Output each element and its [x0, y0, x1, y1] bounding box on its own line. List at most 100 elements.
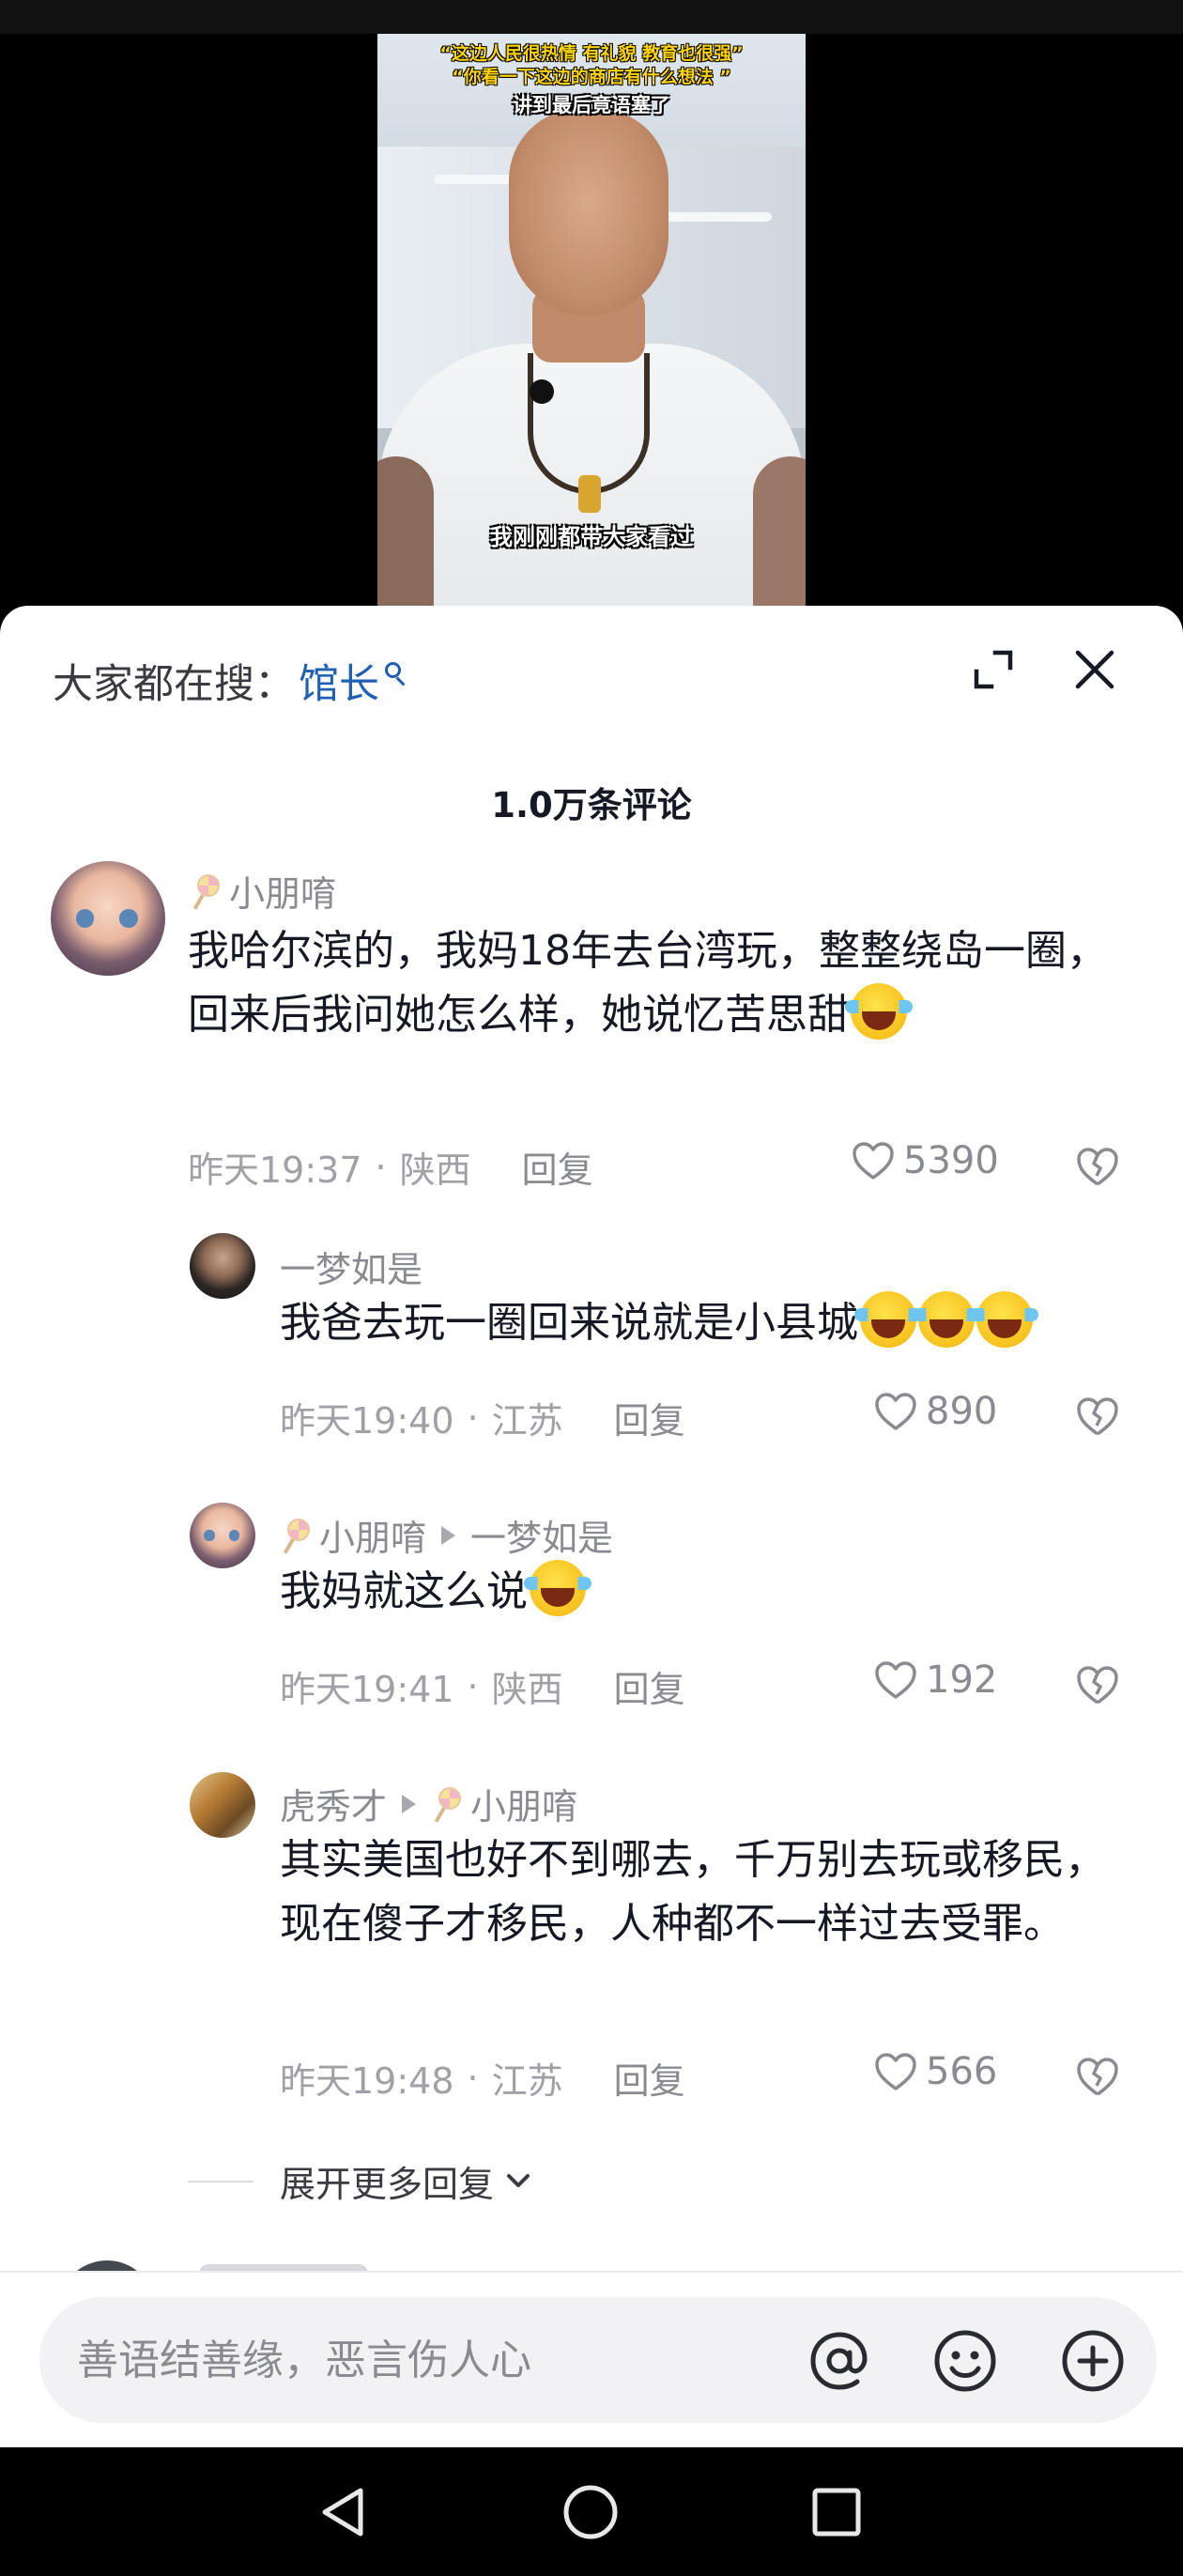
reply-button[interactable]: 回复 [614, 1660, 685, 1712]
comment-author[interactable]: 小朋唷 [190, 865, 336, 917]
laughing-tears-emoji-icon [854, 1291, 922, 1348]
comment-text[interactable]: 其实美国也好不到哪去，千万别去玩或移民，现在傻子才移民，人种都不一样过去受罪。 [280, 1828, 1144, 1956]
expand-button[interactable] [967, 643, 1020, 696]
avatar[interactable] [51, 861, 165, 976]
broken-heart-icon [1077, 1397, 1118, 1436]
meta-separator: · [375, 1146, 387, 1188]
avatar[interactable] [190, 1772, 255, 1838]
video-caption: “你看一下这边的商店有什么想法 ” [452, 67, 731, 87]
comment-location: 江苏 [491, 1400, 563, 1442]
comment-meta: 昨天19:48 · 江苏 回复 [280, 2052, 685, 2104]
person-head [509, 109, 668, 316]
laughing-tears-emoji-icon [524, 1560, 592, 1616]
comment-time: 昨天19:40 [280, 1400, 454, 1442]
close-button[interactable] [1067, 641, 1123, 698]
comment-location: 陕西 [399, 1149, 471, 1191]
circle-home-icon[interactable] [561, 2483, 620, 2541]
like-button[interactable]: 5390 [851, 1139, 999, 1182]
heart-icon [875, 2053, 916, 2090]
comment-input-bar [0, 2271, 1183, 2447]
dislike-button[interactable] [1074, 1145, 1121, 1188]
comment-input-container[interactable] [39, 2297, 1157, 2423]
pendant [578, 475, 601, 513]
comment-author[interactable]: 小朋唷 一梦如是 [280, 1509, 613, 1561]
like-button[interactable]: 890 [873, 1390, 997, 1433]
author-name: 小朋唷 [319, 1518, 427, 1559]
reply-to-name[interactable]: 小朋唷 [470, 1778, 577, 1829]
lapel-mic [530, 379, 554, 404]
reply-to-name[interactable]: 一梦如是 [470, 1509, 613, 1561]
expand-more-label: 展开更多回复 [280, 2164, 495, 2205]
comment-text[interactable]: 我哈尔滨的，我妈18年去台湾玩，整整绕岛一圈，回来后我问她怎么样，她说忆苦思甜 [188, 919, 1127, 1047]
lollipop-icon [280, 1517, 310, 1554]
author-name: 一梦如是 [280, 1249, 423, 1290]
comment-text-body: 我妈就这么说 [280, 1567, 528, 1615]
trending-search-prefix: 大家都在搜： [53, 661, 295, 708]
comment-count: 1.0万条评论 [491, 785, 692, 825]
comment-text[interactable]: 我妈就这么说 [280, 1560, 1144, 1624]
heart-icon [875, 1393, 916, 1430]
reply-to-arrow-icon [402, 1794, 417, 1813]
author-name: 虎秀才 [280, 1786, 388, 1828]
meta-separator: · [467, 2057, 479, 2099]
comment-time: 昨天19:48 [280, 2060, 454, 2102]
plus-circle-icon[interactable] [1059, 2327, 1127, 2395]
trending-search-term[interactable]: 馆长 [299, 652, 379, 710]
reply-button[interactable]: 回复 [614, 1392, 685, 1443]
necklace [528, 353, 650, 494]
at-icon[interactable] [806, 2327, 873, 2395]
like-button[interactable]: 566 [873, 2050, 997, 2093]
reply-button[interactable]: 回复 [614, 2052, 685, 2104]
dislike-button[interactable] [1074, 1663, 1121, 1706]
comment-meta: 昨天19:41 · 陕西 回复 [280, 1660, 685, 1712]
meta-separator: · [467, 1396, 479, 1439]
comment-sheet: 大家都在搜： 馆长 1.0万条评论 小朋唷 我哈尔滨的，我妈18年去台湾玩，整整… [0, 606, 1183, 2446]
like-button[interactable]: 192 [873, 1658, 997, 1702]
broken-heart-icon [1077, 2058, 1118, 2096]
chevron-down-icon [507, 2173, 530, 2187]
square-recent-icon[interactable] [807, 2483, 866, 2541]
video-player[interactable]: “这边人民很热情 有礼貌 教育也很强” “你看一下这边的商店有什么想法 ” 讲到… [0, 0, 1183, 620]
broken-heart-icon [1077, 1666, 1118, 1704]
reply-to-arrow-icon [441, 1525, 456, 1545]
heart-icon [853, 1142, 894, 1180]
video-caption: “这边人民很热情 有礼貌 教育也很强” [439, 43, 744, 64]
laughing-tears-emoji-icon [971, 1291, 1038, 1348]
system-navigation-bar [0, 2447, 1183, 2576]
smiley-icon[interactable] [931, 2327, 999, 2395]
laughing-tears-emoji-icon [845, 983, 913, 1040]
divider [188, 2180, 254, 2183]
video-subtitle: 我刚刚都带大家看过 [490, 524, 693, 550]
trending-search[interactable]: 大家都在搜： 馆长 [53, 653, 407, 709]
lollipop-icon [190, 872, 220, 910]
lollipop-icon [431, 1785, 462, 1823]
video-caption: 讲到最后竟语塞了 [513, 94, 670, 116]
video-frame[interactable]: “这边人民很热情 有礼貌 教育也很强” “你看一下这边的商店有什么想法 ” 讲到… [377, 34, 806, 620]
broken-heart-icon [1077, 1148, 1118, 1186]
comment-text[interactable]: 我爸去玩一圈回来说就是小县城 [280, 1291, 1144, 1355]
meta-separator: · [467, 1665, 479, 1707]
comment-author[interactable]: 虎秀才 小朋唷 [280, 1778, 577, 1829]
author-name: 小朋唷 [229, 873, 337, 915]
close-icon [1075, 650, 1114, 689]
comment-author[interactable]: 一梦如是 [280, 1241, 422, 1292]
like-count: 5390 [903, 1139, 999, 1182]
avatar[interactable] [190, 1233, 255, 1299]
laughing-tears-emoji-icon [913, 1291, 980, 1348]
like-count: 566 [926, 2050, 998, 2093]
comment-meta: 昨天19:37 · 陕西 回复 [188, 1141, 593, 1193]
comment-location: 陕西 [491, 1669, 563, 1710]
dislike-button[interactable] [1074, 2055, 1121, 2098]
comment-location: 江苏 [491, 2060, 563, 2102]
like-count: 192 [926, 1658, 998, 1702]
triangle-back-icon[interactable] [315, 2483, 374, 2541]
ceiling-light [659, 212, 772, 222]
expand-icon [974, 650, 1013, 689]
expand-more-replies[interactable]: 展开更多回复 [188, 2155, 535, 2207]
search-icon [383, 660, 407, 688]
reply-button[interactable]: 回复 [522, 1141, 593, 1193]
comment-input[interactable] [77, 2329, 791, 2391]
avatar[interactable] [190, 1503, 255, 1568]
comment-text-body: 我爸去玩一圈回来说就是小县城 [280, 1299, 858, 1347]
dislike-button[interactable] [1074, 1395, 1121, 1438]
